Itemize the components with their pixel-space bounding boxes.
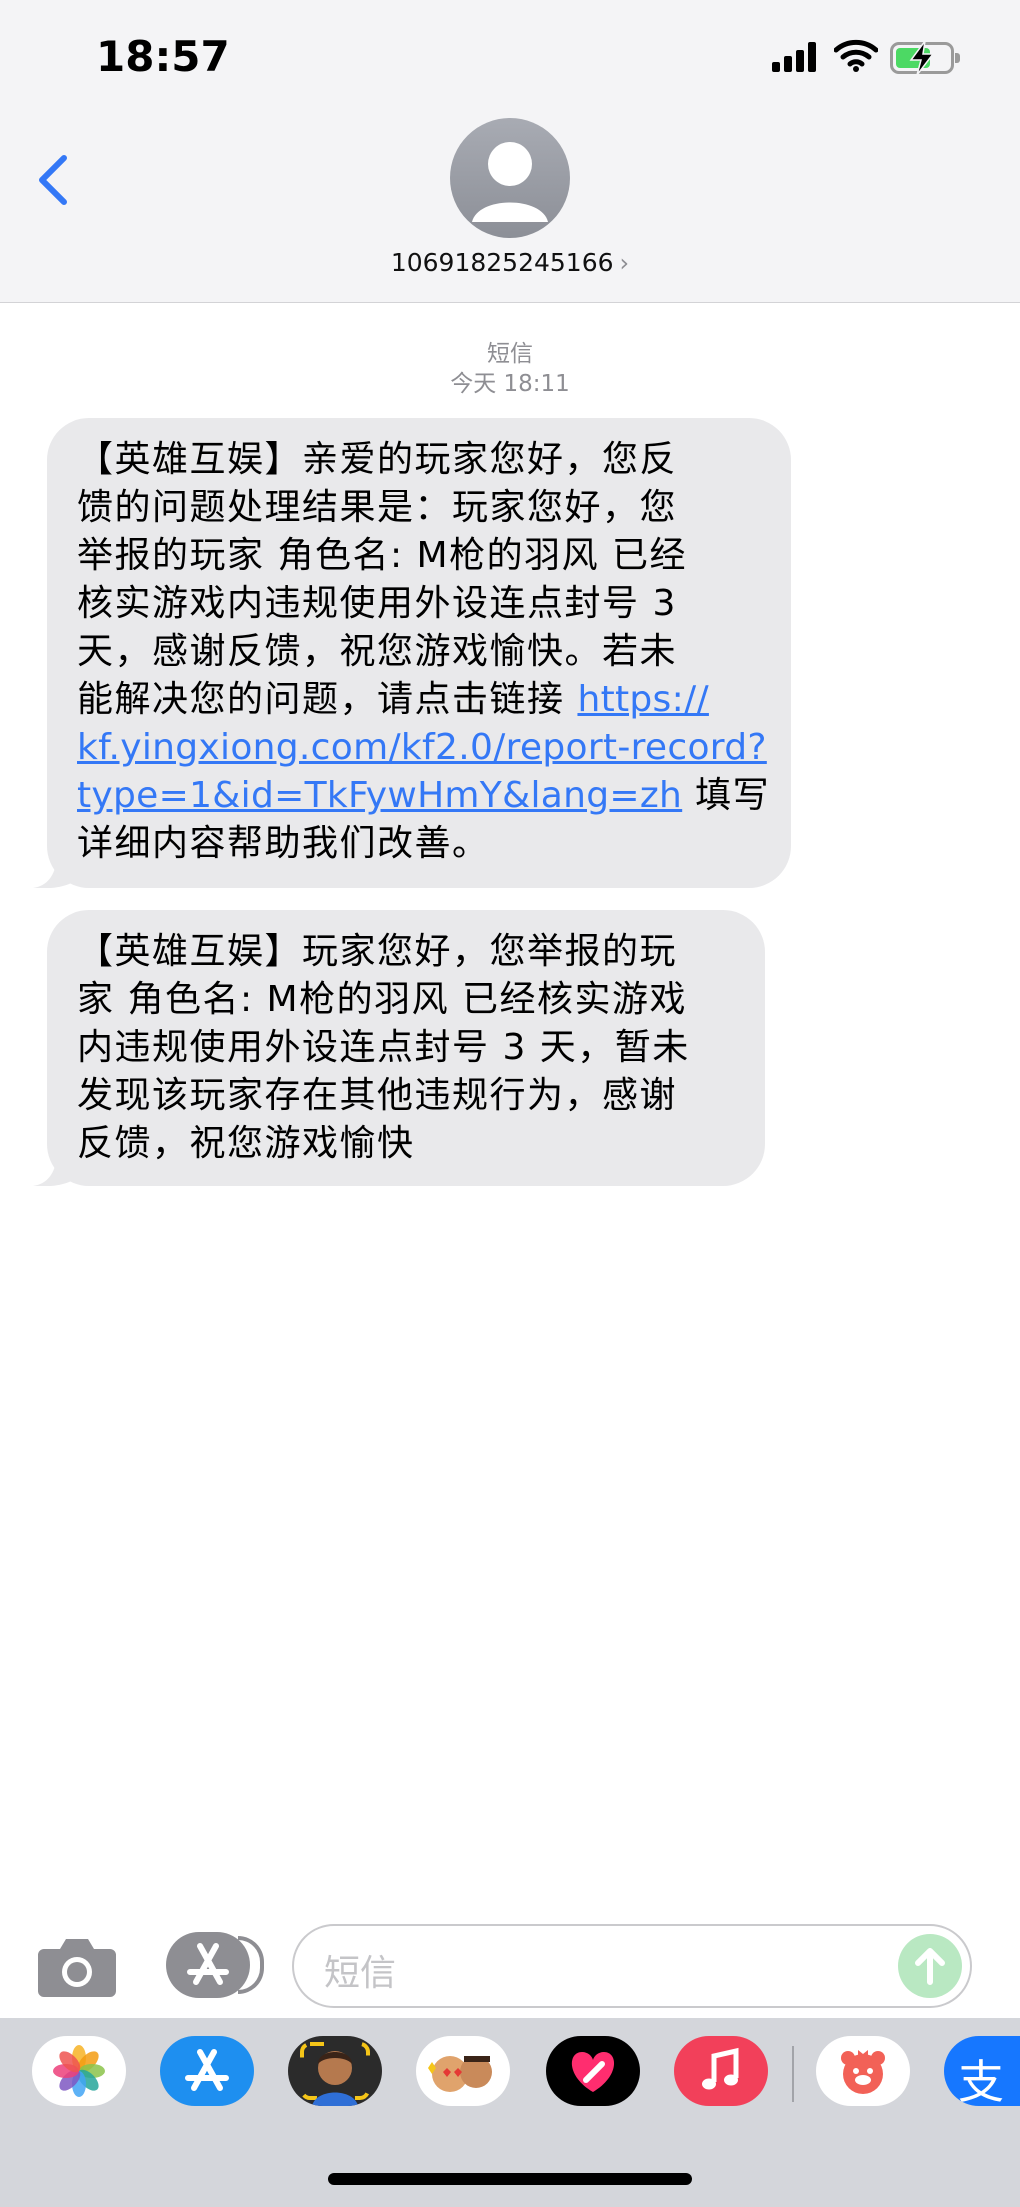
home-indicator[interactable] xyxy=(328,2173,692,2185)
message-line: 发现该玩家存在其他违规行为，感谢 xyxy=(77,1075,678,1116)
message-line: 内违规使用外设连点封号 3 天，暂未 xyxy=(77,1027,690,1068)
send-arrow-icon[interactable] xyxy=(898,1934,962,1998)
message-line: kf.yingxiong.com/kf2.0/report-record? xyxy=(77,724,767,772)
message-line: 反馈，祝您游戏愉快 xyxy=(77,1123,415,1164)
report-link[interactable]: kf.yingxiong.com/kf2.0/report-record? xyxy=(77,727,767,768)
app-store-app-icon[interactable] xyxy=(160,2036,254,2106)
message-line: 能解决您的问题，请点击链接 https:// xyxy=(77,676,767,724)
wifi-icon xyxy=(834,39,878,72)
after-link-text: 填写 xyxy=(682,775,771,816)
input-placeholder: 短信 xyxy=(324,1953,397,1994)
contact-avatar-icon[interactable] xyxy=(450,118,570,238)
conversation-header: 18:57 10691825245166 › xyxy=(0,0,1020,303)
message-input[interactable]: 短信 xyxy=(292,1924,972,2008)
service-label: 短信 xyxy=(487,341,533,367)
bubble-tail xyxy=(33,1156,73,1186)
message-line: 【英雄互娱】亲爱的玩家您好，您反 xyxy=(77,439,678,480)
cellular-signal-icon xyxy=(772,42,818,72)
bubble-tail xyxy=(33,858,73,888)
back-chevron-icon[interactable] xyxy=(30,150,74,210)
app-store-icon[interactable] xyxy=(166,1932,264,1998)
messages-screen: 18:57 10691825245166 › 短信 今天 18:11 【英雄互娱… xyxy=(0,0,1020,2207)
message-line: type=1&id=TkFywHmY&lang=zh 填写 xyxy=(77,772,771,820)
tray-divider xyxy=(792,2046,794,2102)
status-time: 18:57 xyxy=(96,32,230,81)
message-line: 【英雄互娱】玩家您好，您举报的玩 xyxy=(77,931,678,972)
battery-icon xyxy=(890,41,960,75)
photos-app-icon[interactable] xyxy=(32,2036,126,2106)
alipay-glyph: 支 xyxy=(958,2055,1004,2106)
message-line: 馈的问题处理结果是：玩家您好，您 xyxy=(77,487,678,528)
memoji-stickers-icon[interactable] xyxy=(416,2036,510,2106)
message-bubble[interactable]: 【英雄互娱】亲爱的玩家您好，您反 馈的问题处理结果是：玩家您好，您 举报的玩家 … xyxy=(33,418,791,888)
camera-icon[interactable] xyxy=(38,1935,116,1997)
message-line: 详细内容帮助我们改善。 xyxy=(77,823,490,864)
link-lead-text: 能解决您的问题，请点击链接 xyxy=(77,679,578,720)
alipay-app-icon[interactable]: 支 xyxy=(944,2036,1020,2106)
bear-app-icon[interactable] xyxy=(816,2036,910,2106)
contact-number: 10691825245166 xyxy=(390,248,614,277)
message-timestamp: 今天 18:11 xyxy=(450,371,570,397)
memoji-camera-icon[interactable] xyxy=(288,2036,382,2106)
contact-chevron-icon: › xyxy=(619,249,630,277)
message-line: 举报的玩家 角色名: M枪的羽风 已经 xyxy=(77,535,688,576)
charging-bolt-icon xyxy=(909,41,935,75)
message-line: 天，感谢反馈，祝您游戏愉快。若未 xyxy=(77,631,678,672)
report-link[interactable]: type=1&id=TkFywHmY&lang=zh xyxy=(77,775,682,816)
music-app-icon[interactable] xyxy=(674,2036,768,2106)
digital-touch-icon[interactable] xyxy=(546,2036,640,2106)
message-line: 家 角色名: M枪的羽风 已经核实游戏 xyxy=(77,979,688,1020)
report-link[interactable]: https:// xyxy=(577,679,708,720)
contact-name[interactable]: 10691825245166 › xyxy=(0,248,1020,277)
message-line: 核实游戏内违规使用外设连点封号 3 xyxy=(77,583,677,624)
message-bubble[interactable]: 【英雄互娱】玩家您好，您举报的玩 家 角色名: M枪的羽风 已经核实游戏 内违规… xyxy=(33,910,765,1186)
